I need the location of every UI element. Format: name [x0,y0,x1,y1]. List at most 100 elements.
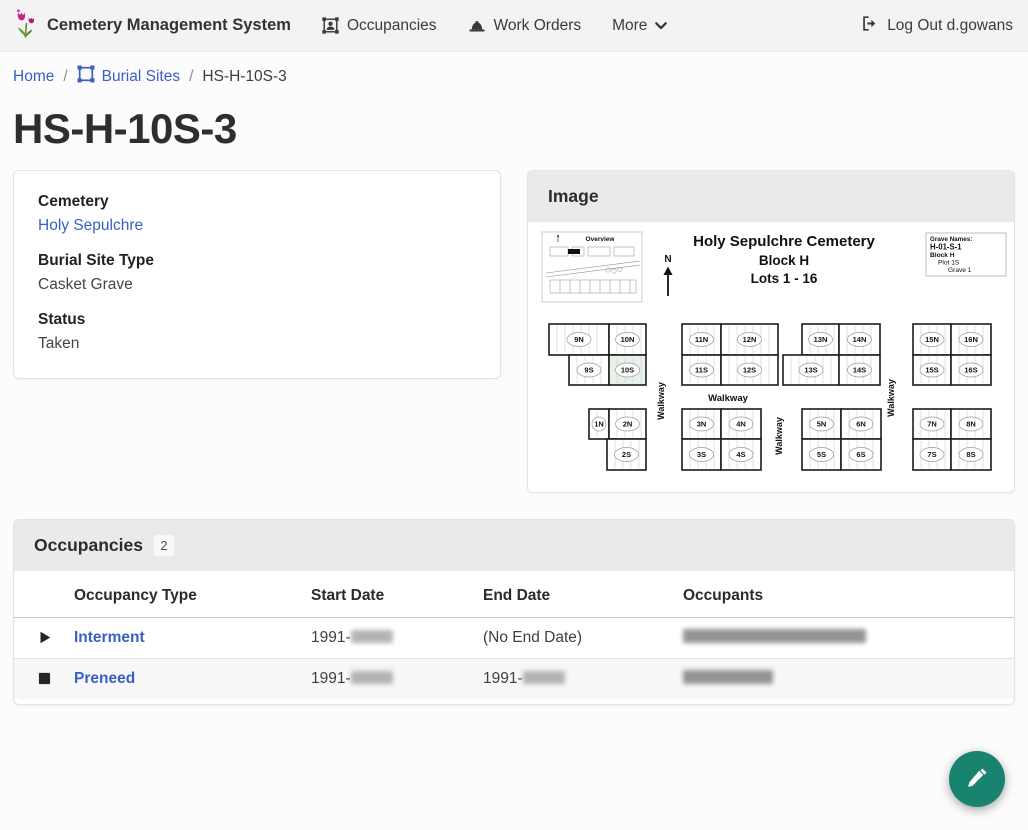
plot-cell-label: 7S [927,450,936,459]
nav-more-label: More [612,17,647,35]
occupants-cell [683,618,1014,659]
plot-cell-label: 5S [817,450,826,459]
breadcrumb-burial-sites-label: Burial Sites [102,68,180,86]
legend-line: H-01-S-1 [930,243,962,252]
logout-icon [861,15,878,37]
plot-cell-label: 6N [856,420,866,429]
occupants-cell [683,659,1014,700]
play-icon [38,630,52,645]
plot-cell-label: 11S [695,366,708,375]
plot-cell-label: 6S [856,450,865,459]
end-date-cell: (No End Date) [483,618,683,659]
nav-more[interactable]: More [612,17,667,35]
nav-occupancies-label: Occupancies [347,17,437,35]
plot-cell-label: 14N [853,335,867,344]
details-card: Cemetery Holy Sepulchre Burial Site Type… [13,170,501,379]
edit-fab-button[interactable] [949,751,1005,807]
occupancy-status-icon-cell [14,659,74,700]
plot-cell-label: 2N [623,420,633,429]
plot-cell-label: 13N [814,335,828,344]
plot-cell-label: 14S [853,366,866,375]
breadcrumb: Home / Burial Sites / HS-H-10S-3 [0,52,1028,97]
occupancy-type-cell: Interment [74,618,311,659]
legend-line: Block H [930,252,955,259]
breadcrumb-current: HS-H-10S-3 [202,68,286,86]
plot-cell-label: 3N [697,420,707,429]
plot-cell-label: 8N [966,420,976,429]
plot-cell-label: 10N [621,335,635,344]
occupancies-count-badge: 2 [154,535,174,556]
cemetery-link[interactable]: Holy Sepulchre [38,217,143,234]
breadcrumb-separator: / [63,68,67,86]
stop-icon [38,672,51,685]
redacted-text [351,630,393,643]
plot-cell-label: 8S [966,450,975,459]
plot-cell-label: 1N [594,420,604,429]
column-header-start-date: Start Date [311,571,483,618]
pencil-icon [965,765,990,793]
start-date-cell: 1991- [311,618,483,659]
burial-sites-icon [77,65,95,88]
image-card-header: Image [528,171,1014,222]
plot-cell-label: 5N [817,420,827,429]
logout-button[interactable]: Log Out d.gowans [861,15,1013,37]
walkway-label: Walkway [886,379,896,417]
column-header-end-date: End Date [483,571,683,618]
cards-row: Cemetery Holy Sepulchre Burial Site Type… [13,170,1015,493]
occupancy-type-cell: Preneed [74,659,311,700]
plot-map-svg: Holy Sepulchre CemeteryBlock HLots 1 - 1… [528,222,1015,492]
tulip-logo-icon [15,9,38,43]
plot-cell-label: 9N [574,335,584,344]
occupancies-card-header: Occupancies 2 [14,520,1014,571]
plot-cell-label: 13S [804,366,817,375]
plot-cell-label: 3S [697,450,706,459]
start-date-cell: 1991- [311,659,483,700]
nav-work-orders[interactable]: Work Orders [468,17,582,35]
map-title-line: Holy Sepulchre Cemetery [693,233,875,250]
overview-label: Overview [586,236,616,243]
image-card: Image Holy Sepulchre CemeteryBlock HLots… [527,170,1015,493]
column-header-occupants: Occupants [683,571,1014,618]
plot-cell-label: 4N [736,420,746,429]
plot-cell-label: 12S [743,366,756,375]
plot-cell-label: 11N [695,335,708,344]
occupancies-header-row: Occupancy TypeStart DateEnd DateOccupant… [14,571,1014,618]
plot-cell-label: 16S [964,366,977,375]
column-header-icon [14,571,74,618]
top-navbar: Cemetery Management System Occupancies [0,0,1028,52]
plot-cell-label: 15N [925,335,939,344]
redacted-text [351,671,393,684]
chevron-down-icon [655,22,667,30]
burial-site-type-label: Burial Site Type [38,250,476,272]
burial-site-type-field: Burial Site Type Casket Grave [38,250,476,296]
redacted-text [683,629,866,643]
occupancy-status-icon-cell [14,618,74,659]
north-label: N [664,254,671,265]
walkway-label: Walkway [774,417,784,455]
occupancies-card-title: Occupancies [34,535,143,556]
plot-cell-label: 2S [622,450,631,459]
status-label: Status [38,309,476,331]
status-value: Taken [38,333,476,355]
app-brand[interactable]: Cemetery Management System [15,9,291,43]
plot-cell-label: 4S [736,450,745,459]
plot-cell-label: 12N [743,335,757,344]
app-title: Cemetery Management System [47,16,291,35]
occupancy-type-link[interactable]: Preneed [74,670,135,687]
end-date-cell: 1991- [483,659,683,700]
breadcrumb-burial-sites-link[interactable]: Burial Sites [77,65,180,88]
breadcrumb-home-link[interactable]: Home [13,68,54,86]
burial-site-type-value: Casket Grave [38,274,476,296]
legend-line: Plot 1S [938,260,960,267]
plot-cell-label: 7N [927,420,937,429]
redacted-text [523,671,565,684]
nav-occupancies[interactable]: Occupancies [322,17,437,35]
occupancy-row: Interment 1991-(No End Date) [14,618,1014,659]
nav-work-orders-label: Work Orders [494,17,582,35]
burial-site-map-image[interactable]: Holy Sepulchre CemeteryBlock HLots 1 - 1… [528,222,1015,492]
logout-label: Log Out d.gowans [887,17,1013,35]
status-field: Status Taken [38,309,476,355]
plot-cell-label: 15S [925,366,938,375]
redacted-text [683,670,773,684]
occupancy-type-link[interactable]: Interment [74,629,145,646]
